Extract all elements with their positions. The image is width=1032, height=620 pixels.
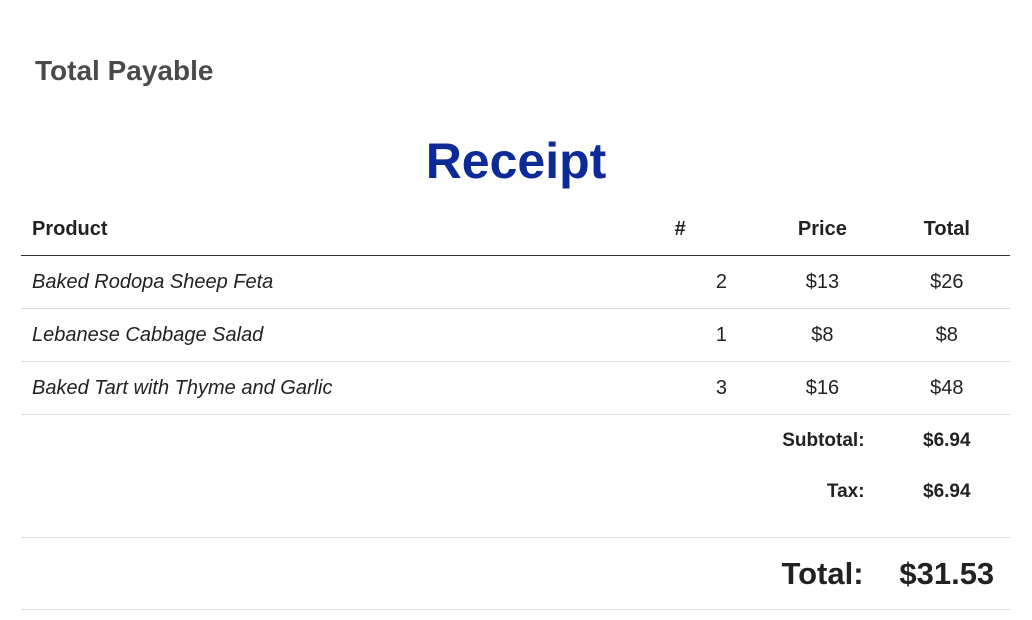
receipt-summary: Subtotal: $6.94 Tax: $6.94 Total: $31.53 — [21, 415, 1010, 610]
column-header-total: Total — [883, 204, 1010, 256]
table-row: Lebanese Cabbage Salad 1 $8 $8 — [21, 308, 1010, 362]
product-name: Baked Rodopa Sheep Feta — [21, 255, 646, 309]
receipt-table: Product # Price Total Baked Rodopa Sheep… — [21, 204, 1010, 610]
quantity-cell: 1 — [645, 308, 762, 362]
page-heading: Total Payable — [35, 55, 214, 86]
receipt-items: Baked Rodopa Sheep Feta 2 $13 $26 Lebane… — [21, 255, 1010, 415]
column-header-price: Price — [761, 204, 884, 256]
line-total-cell: $26 — [883, 255, 1010, 309]
line-total-cell: $8 — [883, 308, 1010, 362]
header-row: Product # Price Total — [21, 204, 1010, 256]
receipt-title: Receipt — [425, 133, 607, 189]
column-header-quantity: # — [645, 204, 762, 256]
tax-value: $6.94 — [883, 466, 1010, 538]
line-total-cell: $48 — [883, 361, 1010, 415]
quantity-cell: 3 — [645, 361, 762, 415]
table-row: Baked Tart with Thyme and Garlic 3 $16 $… — [21, 361, 1010, 415]
receipt-table-header: Product # Price Total — [21, 204, 1010, 256]
grand-total-row: Total: $31.53 — [21, 537, 1010, 610]
quantity-cell: 2 — [645, 255, 762, 309]
price-cell: $16 — [761, 361, 884, 415]
subtotal-label: Subtotal: — [782, 429, 865, 451]
subtotal-row: Subtotal: $6.94 — [21, 415, 1010, 467]
tax-label: Tax: — [21, 466, 884, 538]
tax-row: Tax: $6.94 — [21, 466, 1010, 538]
grand-total-value: $31.53 — [883, 537, 1010, 610]
table-row: Baked Rodopa Sheep Feta 2 $13 $26 — [21, 255, 1010, 309]
subtotal-value: $6.94 — [923, 429, 971, 451]
product-name: Lebanese Cabbage Salad — [21, 308, 646, 362]
product-name: Baked Tart with Thyme and Garlic — [21, 361, 646, 415]
price-cell: $8 — [761, 308, 884, 362]
column-header-product: Product — [21, 204, 646, 256]
price-cell: $13 — [761, 255, 884, 309]
grand-total-label: Total: — [21, 537, 884, 610]
